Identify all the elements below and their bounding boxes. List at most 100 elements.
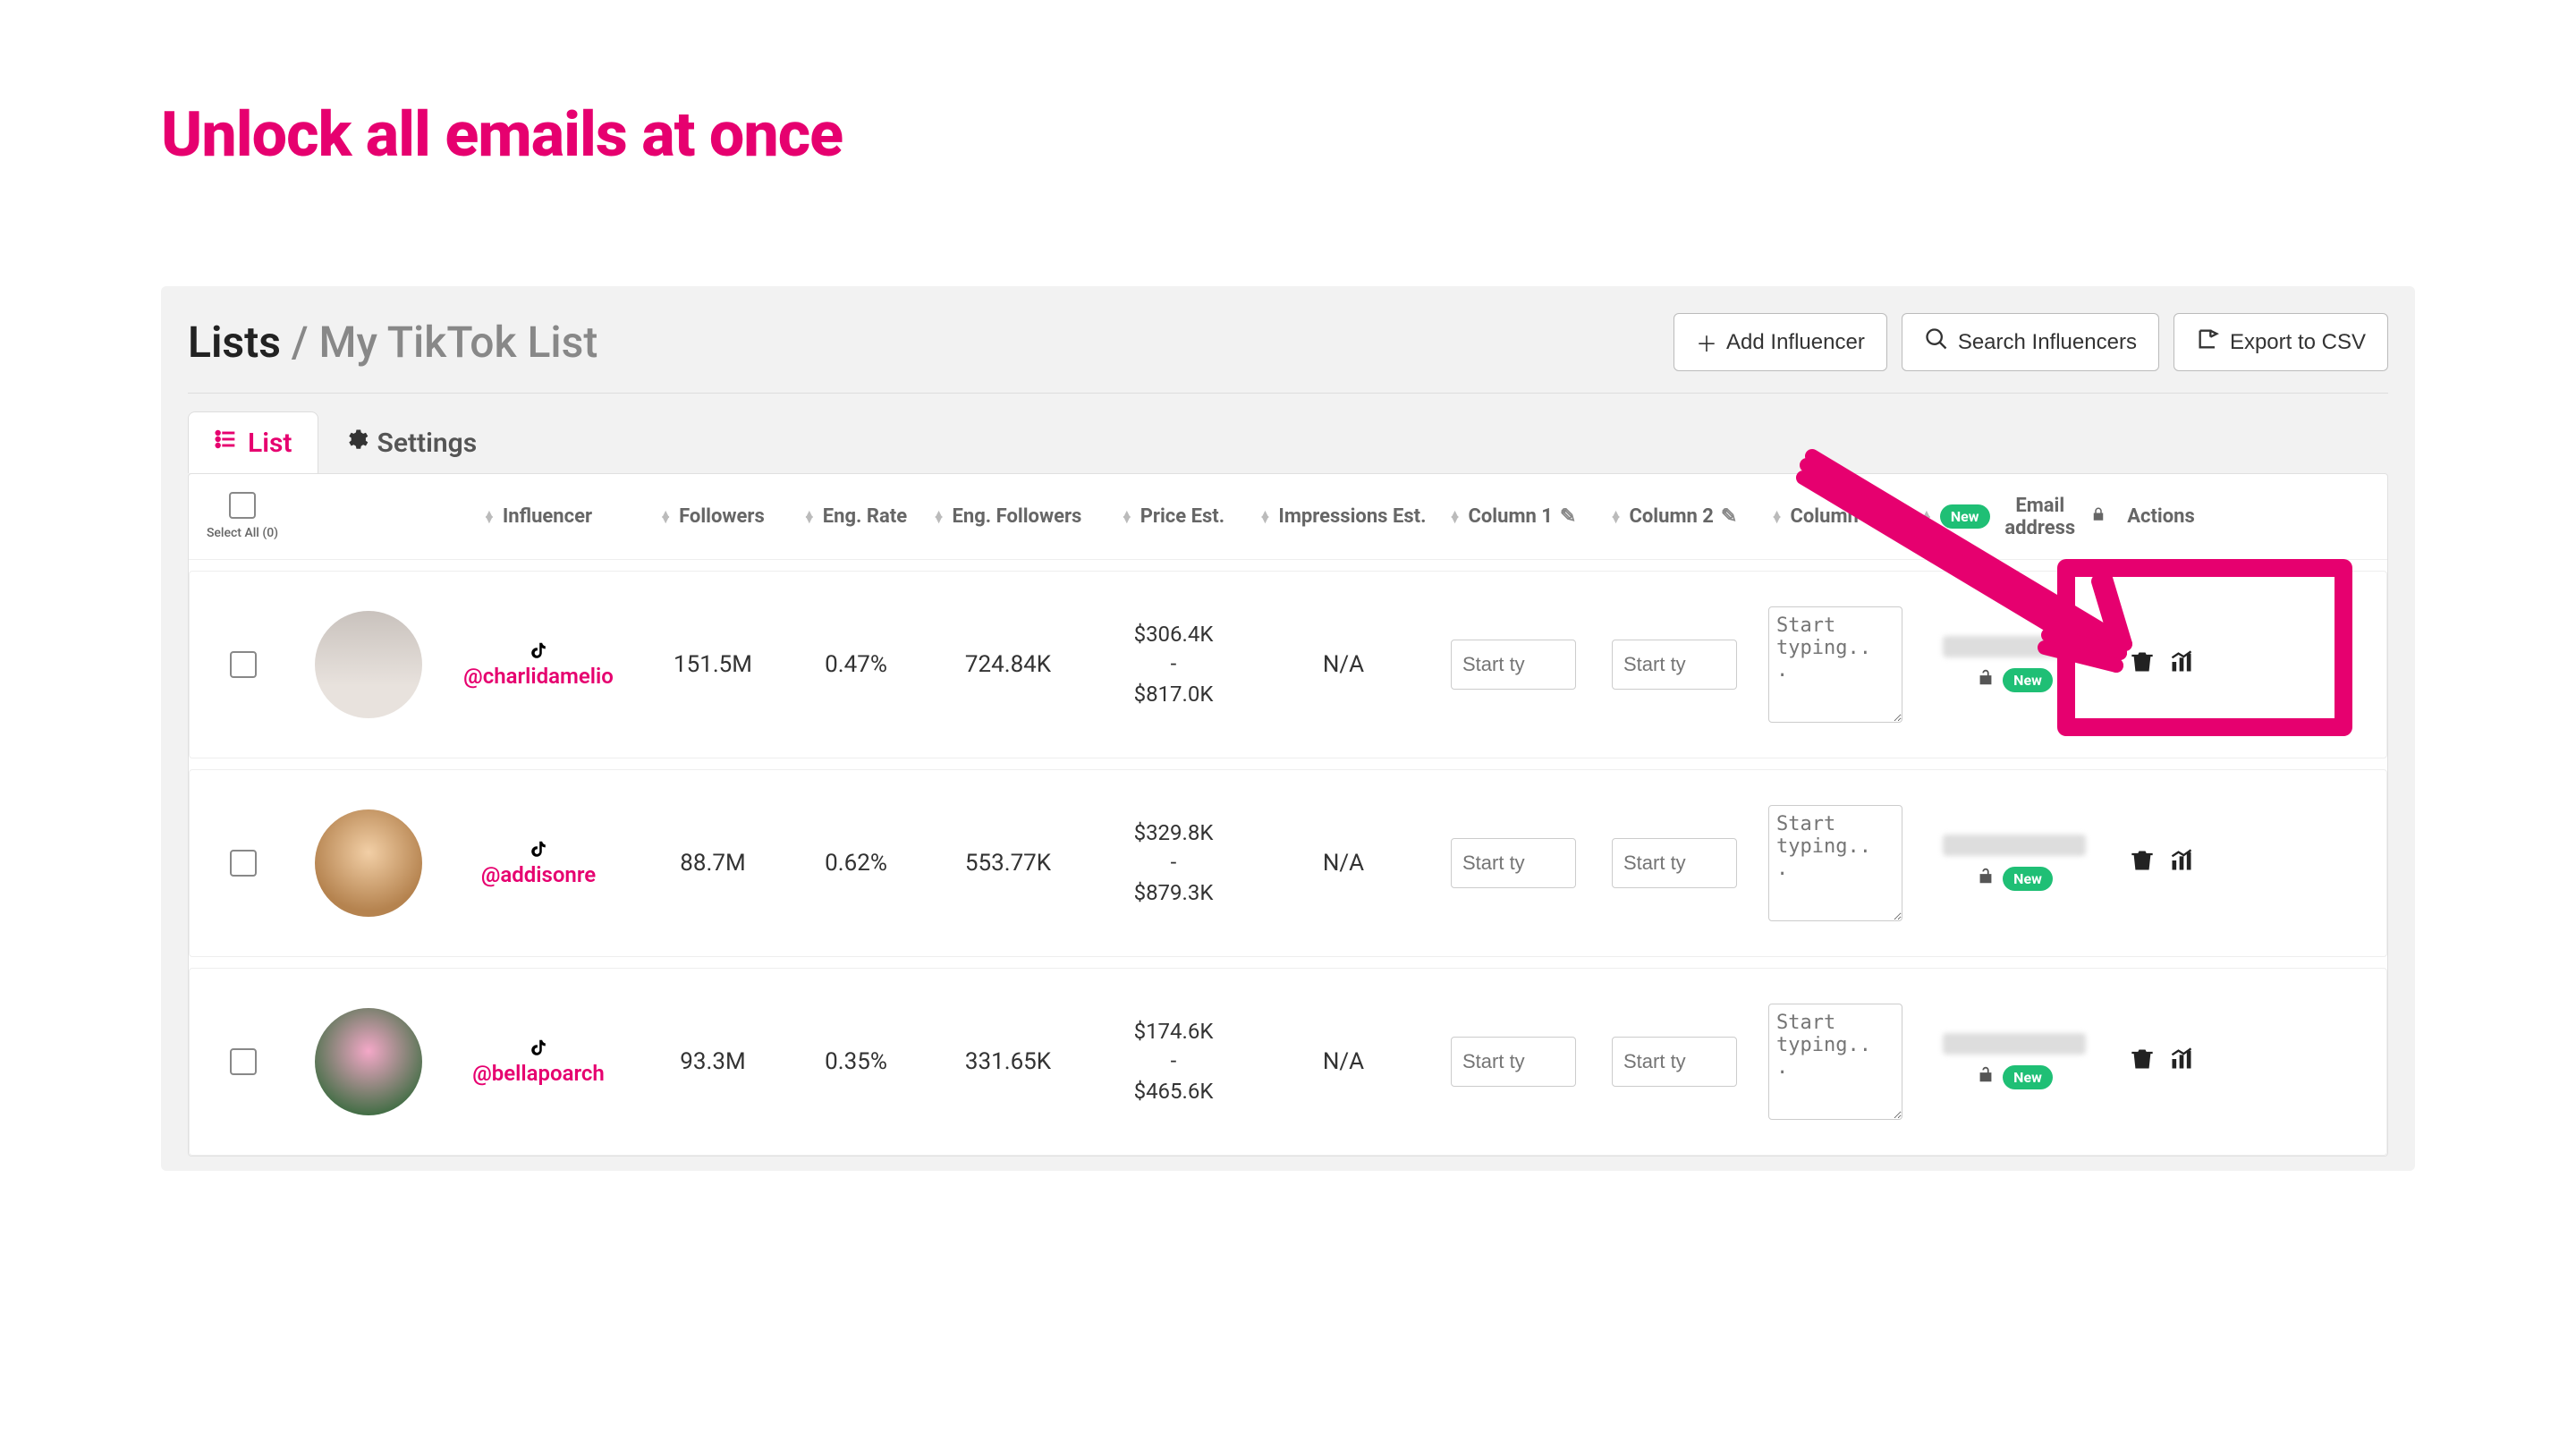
eng-rate-cell: 0.47% [789,642,923,687]
th-eng-followers-label: Eng. Followers [953,505,1082,528]
avatar-cell [297,999,440,1124]
export-csv-button[interactable]: Export to CSV [2174,313,2388,371]
col1-cell [1433,829,1594,897]
tab-list[interactable]: List [188,411,318,473]
th-select-all[interactable]: Select All (0) [189,483,296,550]
gear-icon [343,427,369,459]
email-cell: New [1916,826,2113,901]
eng-followers-cell: 724.84K [923,642,1093,687]
eng-followers-cell: 331.65K [923,1039,1093,1084]
add-influencer-label: Add Influencer [1726,330,1865,355]
avatar[interactable] [315,611,422,718]
price-cell: $306.4K - $817.0K [1093,611,1254,719]
col2-input[interactable] [1612,1037,1737,1087]
unlock-icon[interactable] [1976,865,1996,892]
search-icon [1924,326,1949,358]
row-checkbox[interactable] [230,850,257,877]
followers-cell: 151.5M [637,642,789,687]
tab-settings[interactable]: Settings [318,412,503,473]
trash-icon[interactable] [2130,1046,2155,1078]
sort-icon: ▲▼ [1121,512,1133,522]
col1-cell [1433,1028,1594,1096]
price-dash: - [1171,1046,1177,1077]
sort-icon: ▲▼ [933,512,945,522]
th-column-1[interactable]: ▲▼ Column 1 ✎ [1432,496,1593,537]
row-checkbox[interactable] [230,1048,257,1075]
trash-icon[interactable] [2130,848,2155,879]
plus-icon: ＋ [1696,326,1717,358]
breadcrumb-root[interactable]: Lists [188,317,281,368]
breadcrumb-sep: / [281,317,319,368]
stats-icon[interactable] [2169,1046,2194,1078]
price-high: $817.0K [1134,680,1214,710]
th-impressions[interactable]: ▲▼ Impressions Est. [1253,496,1432,537]
col1-cell [1433,631,1594,699]
col3-textarea[interactable] [1768,805,1902,921]
col1-input[interactable] [1451,838,1576,888]
avatar-cell [297,801,440,926]
stats-icon[interactable] [2169,848,2194,879]
highlight-box [2057,559,2352,736]
export-icon [2196,326,2221,358]
sort-icon: ▲▼ [1449,512,1462,522]
price-dash: - [1171,848,1177,878]
breadcrumb: Lists / My TikTok List [188,317,597,368]
price-low: $174.6K [1134,1017,1214,1047]
influencer-handle[interactable]: @bellapoarch [472,1038,605,1086]
th-col2-label: Column 2 [1629,505,1713,528]
sort-icon: ▲▼ [1610,512,1623,522]
col3-textarea[interactable] [1768,1004,1902,1120]
influencer-cell: @bellapoarch [440,1029,637,1095]
th-eng-followers[interactable]: ▲▼ Eng. Followers [922,496,1092,537]
select-all-label: Select All (0) [207,526,278,541]
row-checkbox-cell [190,1039,297,1084]
sort-icon: ▲▼ [659,512,672,522]
sort-icon: ▲▼ [1259,512,1272,522]
header-actions: ＋ Add Influencer Search Influencers Expo… [1674,313,2388,371]
table-row: @addisonre 88.7M 0.62% 553.77K $329.8K -… [189,769,2387,957]
new-badge: New [2003,1065,2053,1089]
influencer-cell: @addisonre [440,830,637,896]
col2-cell [1594,1028,1755,1096]
tab-list-label: List [248,428,292,459]
influencer-handle[interactable]: @charlidamelio [463,640,614,689]
th-eng-rate[interactable]: ▲▼ Eng. Rate [788,496,922,537]
th-followers-label: Followers [679,505,765,528]
th-col1-label: Column 1 [1468,505,1552,528]
handle-text: @bellapoarch [472,1061,605,1086]
th-influencer-label: Influencer [503,505,592,528]
avatar-cell [297,602,440,727]
pencil-icon[interactable]: ✎ [1721,505,1737,528]
search-influencers-label: Search Influencers [1958,330,2137,355]
col2-input[interactable] [1612,838,1737,888]
influencer-handle[interactable]: @addisonre [481,839,596,887]
export-csv-label: Export to CSV [2230,330,2366,355]
email-blurred [1943,1033,2086,1055]
select-all-checkbox[interactable] [229,492,256,519]
th-column-2[interactable]: ▲▼ Column 2 ✎ [1593,496,1754,537]
row-checkbox[interactable] [230,651,257,678]
add-influencer-button[interactable]: ＋ Add Influencer [1674,313,1887,371]
avatar[interactable] [315,1008,422,1115]
col2-input[interactable] [1612,640,1737,690]
pencil-icon[interactable]: ✎ [1560,505,1576,528]
th-impressions-label: Impressions Est. [1278,505,1426,528]
th-price-label: Price Est. [1140,505,1224,528]
sort-icon: ▲▼ [803,512,816,522]
th-followers[interactable]: ▲▼ Followers [636,496,788,537]
search-influencers-button[interactable]: Search Influencers [1902,313,2159,371]
avatar[interactable] [315,809,422,917]
panel-header: Lists / My TikTok List ＋ Add Influencer … [188,313,2388,394]
email-cell: New [1916,1024,2113,1099]
price-high: $879.3K [1134,878,1214,909]
th-price[interactable]: ▲▼ Price Est. [1092,496,1253,537]
th-influencer[interactable]: ▲▼Influencer [439,496,636,537]
unlock-icon[interactable] [1976,1063,1996,1090]
col1-input[interactable] [1451,1037,1576,1087]
col3-cell [1755,995,1916,1129]
table-row: @bellapoarch 93.3M 0.35% 331.65K $174.6K… [189,968,2387,1156]
influencer-cell: @charlidamelio [440,631,637,698]
col1-input[interactable] [1451,640,1576,690]
th-eng-rate-label: Eng. Rate [823,505,907,528]
row-checkbox-cell [190,841,297,886]
